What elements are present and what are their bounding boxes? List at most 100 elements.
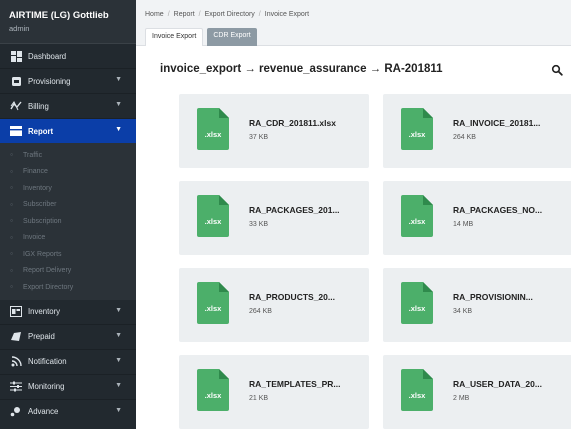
sidebar-item-label: Inventory — [28, 307, 61, 316]
chevron-down-icon: ▼ — [115, 76, 122, 83]
file-name: RA_PRODUCTS_20... — [249, 292, 335, 302]
file-card[interactable]: .xlsx RA_CDR_201811.xlsx 37 KB — [179, 94, 369, 168]
submenu-label: Report Delivery — [23, 267, 72, 275]
tab-bar: Invoice Export CDR Export — [145, 28, 257, 46]
bullet-icon: ○ — [10, 201, 14, 208]
file-size: 2 MB — [453, 395, 470, 402]
submenu-item-traffic[interactable]: ○ Traffic — [0, 147, 136, 164]
file-name: RA_INVOICE_20181... — [453, 118, 541, 128]
search-icon[interactable] — [551, 64, 563, 76]
notification-icon — [10, 356, 22, 368]
file-size: 33 KB — [249, 221, 269, 228]
sidebar-item-inventory[interactable]: Inventory ▼ — [0, 300, 136, 324]
submenu-item-inventory[interactable]: ○ Inventory — [0, 180, 136, 197]
submenu-item-subscription[interactable]: ○ Subscription — [0, 213, 136, 230]
file-browser: invoice_export → revenue_assurance → RA-… — [136, 46, 571, 429]
file-card[interactable]: .xlsx RA_TEMPLATES_PR... 21 KB — [179, 355, 369, 429]
breadcrumb-item[interactable]: Report — [174, 11, 195, 18]
breadcrumb-item: Invoice Export — [264, 11, 310, 18]
chevron-down-icon: ▼ — [115, 381, 122, 389]
file-ext-label: .xlsx — [205, 130, 223, 139]
bullet-icon: ○ — [10, 168, 14, 175]
sidebar-item-label: Billing — [28, 101, 49, 111]
tab-invoice-export[interactable]: Invoice Export — [145, 28, 204, 46]
excel-file-icon: .xlsx — [197, 108, 229, 150]
bullet-icon: ○ — [10, 185, 14, 192]
sidebar-item-label: Provisioning — [28, 76, 71, 86]
submenu-item-igx-reports[interactable]: ○ IGX Reports — [0, 246, 136, 263]
file-card[interactable]: .xlsx RA_INVOICE_20181... 264 KB — [383, 94, 571, 168]
bullet-icon: ○ — [10, 267, 14, 274]
file-card[interactable]: .xlsx RA_USER_DATA_20... 2 MB — [383, 355, 571, 429]
breadcrumb-item[interactable]: Home — [145, 11, 164, 18]
brand-header: AIRTIME (LG) Gottlieb admin — [0, 0, 136, 44]
sidebar-item-billing[interactable]: Billing ▼ — [0, 94, 136, 118]
file-card[interactable]: .xlsx RA_PROVISIONIN... 34 KB — [383, 268, 571, 342]
excel-file-icon: .xlsx — [197, 282, 229, 324]
top-bar: Home / Report / Export Directory / Invoice Exp… — [136, 0, 571, 46]
breadcrumb: Home / Report / Export Directory / Invoice Exp… — [145, 11, 309, 18]
bullet-icon: ○ — [10, 234, 14, 241]
file-size: 21 KB — [249, 395, 269, 402]
sidebar-item-dashboard[interactable]: Dashboard — [0, 44, 136, 68]
file-name: RA_PACKAGES_NO... — [453, 205, 543, 215]
sidebar-item-notification[interactable]: Notification ▼ — [0, 350, 136, 374]
breadcrumb-separator: / — [258, 11, 261, 18]
sidebar-item-label: Dashboard — [28, 51, 67, 61]
file-ext-label: .xlsx — [205, 217, 223, 226]
sidebar-item-monitoring[interactable]: Monitoring ▼ — [0, 375, 136, 399]
sidebar-item-label: Monitoring — [28, 382, 65, 391]
bullet-icon: ○ — [10, 251, 14, 258]
prepaid-icon — [10, 331, 22, 343]
provisioning-icon — [10, 75, 22, 87]
app-title: AIRTIME (LG) Gottlieb — [9, 10, 109, 21]
inventory-icon — [10, 306, 22, 318]
sidebar-item-prepaid[interactable]: Prepaid ▼ — [0, 325, 136, 349]
file-ext-label: .xlsx — [205, 391, 223, 400]
submenu-label: Subscriber — [23, 201, 57, 209]
file-card[interactable]: .xlsx RA_PRODUCTS_20... 264 KB — [179, 268, 369, 342]
monitoring-icon — [10, 381, 22, 393]
file-name: RA_TEMPLATES_PR... — [249, 379, 341, 389]
chevron-down-icon: ▼ — [115, 406, 122, 414]
bullet-icon: ○ — [10, 152, 14, 159]
dashboard-icon — [10, 50, 22, 62]
breadcrumb-separator: / — [198, 11, 201, 18]
file-size: 264 KB — [453, 134, 476, 141]
tab-cdr-export[interactable]: CDR Export — [207, 28, 257, 46]
submenu-item-finance[interactable]: ○ Finance — [0, 164, 136, 181]
sidebar-item-report[interactable]: Report ▼ — [0, 119, 136, 143]
file-ext-label: .xlsx — [409, 130, 427, 139]
bullet-icon: ○ — [10, 284, 14, 291]
file-ext-label: .xlsx — [205, 304, 223, 313]
file-ext-label: .xlsx — [409, 217, 427, 226]
excel-file-icon: .xlsx — [197, 195, 229, 237]
submenu-label: Invoice — [23, 234, 46, 242]
file-size: 37 KB — [249, 134, 269, 141]
nav-bottom: Inventory ▼ Prepaid ▼ Notification ▼ Monitorin… — [0, 300, 136, 424]
submenu-item-export-directory[interactable]: ○ Export Directory — [0, 279, 136, 296]
file-card[interactable]: .xlsx RA_PACKAGES_NO... 14 MB — [383, 181, 571, 255]
sidebar: AIRTIME (LG) Gottlieb admin Dashboard Pro… — [0, 0, 136, 429]
page-title: invoice_export → revenue_assurance → RA-… — [160, 63, 443, 75]
file-card[interactable]: .xlsx RA_PACKAGES_201... 33 KB — [179, 181, 369, 255]
submenu-item-invoice[interactable]: ○ Invoice — [0, 230, 136, 247]
submenu-item-report-delivery[interactable]: ○ Report Delivery — [0, 263, 136, 280]
file-name: RA_CDR_201811.xlsx — [249, 118, 336, 128]
submenu-label: Export Directory — [23, 283, 74, 291]
file-size: 264 KB — [249, 308, 272, 315]
submenu-item-subscriber[interactable]: ○ Subscriber — [0, 197, 136, 214]
sidebar-item-label: Notification — [28, 357, 67, 366]
chevron-down-icon: ▼ — [115, 101, 122, 108]
advance-icon — [10, 406, 22, 418]
file-name: RA_USER_DATA_20... — [453, 379, 542, 389]
chevron-down-icon: ▼ — [115, 126, 122, 133]
report-submenu: ○ Traffic ○ Finance ○ Inventory ○ Subscriber ○ Su… — [0, 143, 136, 300]
breadcrumb-item[interactable]: Export Directory — [205, 11, 255, 18]
billing-icon — [10, 100, 22, 112]
excel-file-icon: .xlsx — [401, 282, 433, 324]
sidebar-item-provisioning[interactable]: Provisioning ▼ — [0, 69, 136, 93]
file-name: RA_PROVISIONIN... — [453, 292, 533, 302]
breadcrumb-separator: / — [167, 11, 170, 18]
sidebar-item-advance[interactable]: Advance ▼ — [0, 400, 136, 424]
